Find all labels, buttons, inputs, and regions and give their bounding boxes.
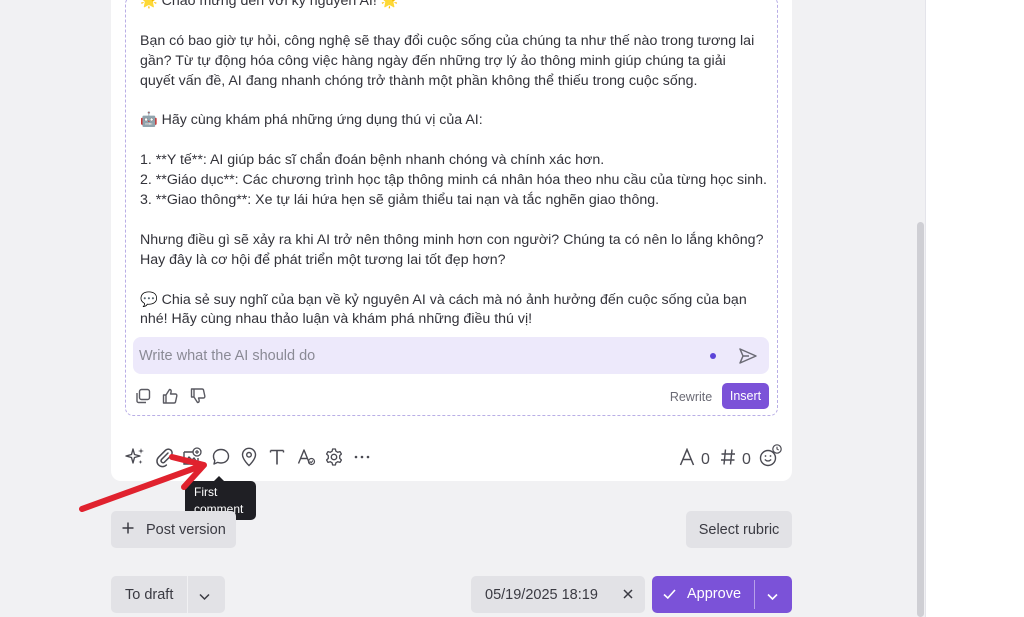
ai-text-line: Nhưng điều gì sẽ xảy ra khi AI trở nên t… [140, 231, 764, 248]
check-icon [663, 588, 676, 604]
hashtag-icon [720, 448, 736, 471]
to-draft-button[interactable]: To draft [111, 576, 225, 613]
ai-prompt-input[interactable] [139, 337, 699, 374]
send-icon[interactable] [737, 345, 759, 367]
ai-prompt-bar [133, 337, 769, 374]
tooltip-line: First [194, 485, 218, 499]
font-size-icon [679, 447, 695, 471]
ai-text-line: 💬 Chia sẻ suy nghĩ của bạn về kỷ nguyên … [140, 291, 747, 308]
schedule-date-field[interactable]: 05/19/2025 18:19 [471, 576, 645, 613]
approve-button[interactable]: Approve [652, 576, 792, 613]
emoji-schedule-icon[interactable] [757, 443, 783, 469]
character-counter: 0 [679, 447, 710, 471]
ai-text-line: 2. **Giáo dục**: Các chương trình học tậ… [140, 172, 767, 189]
ai-text-line: Bạn có bao giờ tự hỏi, công nghệ sẽ thay… [140, 32, 755, 49]
rewrite-button[interactable]: Rewrite [664, 384, 718, 410]
ai-text-line: Hay đây là cơ hội để phát triển một tươn… [140, 251, 506, 268]
location-pin-icon[interactable] [238, 446, 260, 468]
text-icon[interactable] [266, 446, 288, 468]
image-add-icon[interactable] [181, 446, 203, 468]
hashtag-count: 0 [742, 450, 751, 468]
chevron-down-icon[interactable] [199, 589, 210, 605]
hashtag-counter: 0 [720, 448, 751, 471]
ai-text-line: 🤖 Hãy cùng khám phá những ứng dụng thú v… [140, 112, 483, 129]
comment-icon[interactable] [210, 446, 232, 468]
copy-icon[interactable] [133, 386, 153, 406]
insert-button[interactable]: Insert [722, 383, 769, 409]
ai-text-line: 3. **Giao thông**: Xe tự lái hứa hẹn sẽ … [140, 192, 660, 209]
thumbs-down-icon[interactable] [188, 386, 208, 406]
chevron-down-icon[interactable] [767, 589, 778, 605]
plus-icon [122, 522, 134, 538]
ai-text-line: nhé! Hãy cùng nhau thảo luận và khám phá… [140, 311, 533, 328]
to-draft-label: To draft [125, 586, 174, 603]
divider [187, 576, 188, 613]
ai-text-line: 1. **Y tế**: AI giúp bác sĩ chẩn đoán bệ… [140, 152, 605, 169]
paperclip-icon[interactable] [153, 446, 175, 468]
close-icon[interactable] [621, 586, 635, 602]
divider [754, 580, 755, 609]
character-count: 0 [701, 450, 710, 468]
post-version-label: Post version [146, 521, 226, 538]
ai-text-line: gần? Từ tự động hóa công việc hàng ngày … [140, 52, 726, 69]
right-panel [925, 0, 1024, 617]
status-dot-icon [710, 353, 716, 359]
more-icon[interactable] [351, 446, 373, 468]
post-version-button[interactable]: Post version [111, 511, 236, 548]
font-style-icon[interactable] [295, 446, 317, 468]
ai-text-line: quyết vấn đề, AI đang nhanh chóng trở th… [140, 72, 698, 89]
thumbs-up-icon[interactable] [160, 386, 180, 406]
schedule-date-value: 05/19/2025 18:19 [485, 586, 598, 603]
select-rubric-button[interactable]: Select rubric [686, 511, 792, 548]
approve-label: Approve [687, 586, 742, 602]
ai-generated-text: 🌟 Chào mừng đến với kỷ nguyên AI! 🌟 Bạn … [140, 0, 770, 330]
settings-icon[interactable] [323, 446, 345, 468]
scrollbar-thumb[interactable] [917, 222, 924, 617]
ai-text-line: 🌟 Chào mừng đến với kỷ nguyên AI! 🌟 [140, 0, 399, 9]
sparkle-icon[interactable] [124, 446, 146, 468]
